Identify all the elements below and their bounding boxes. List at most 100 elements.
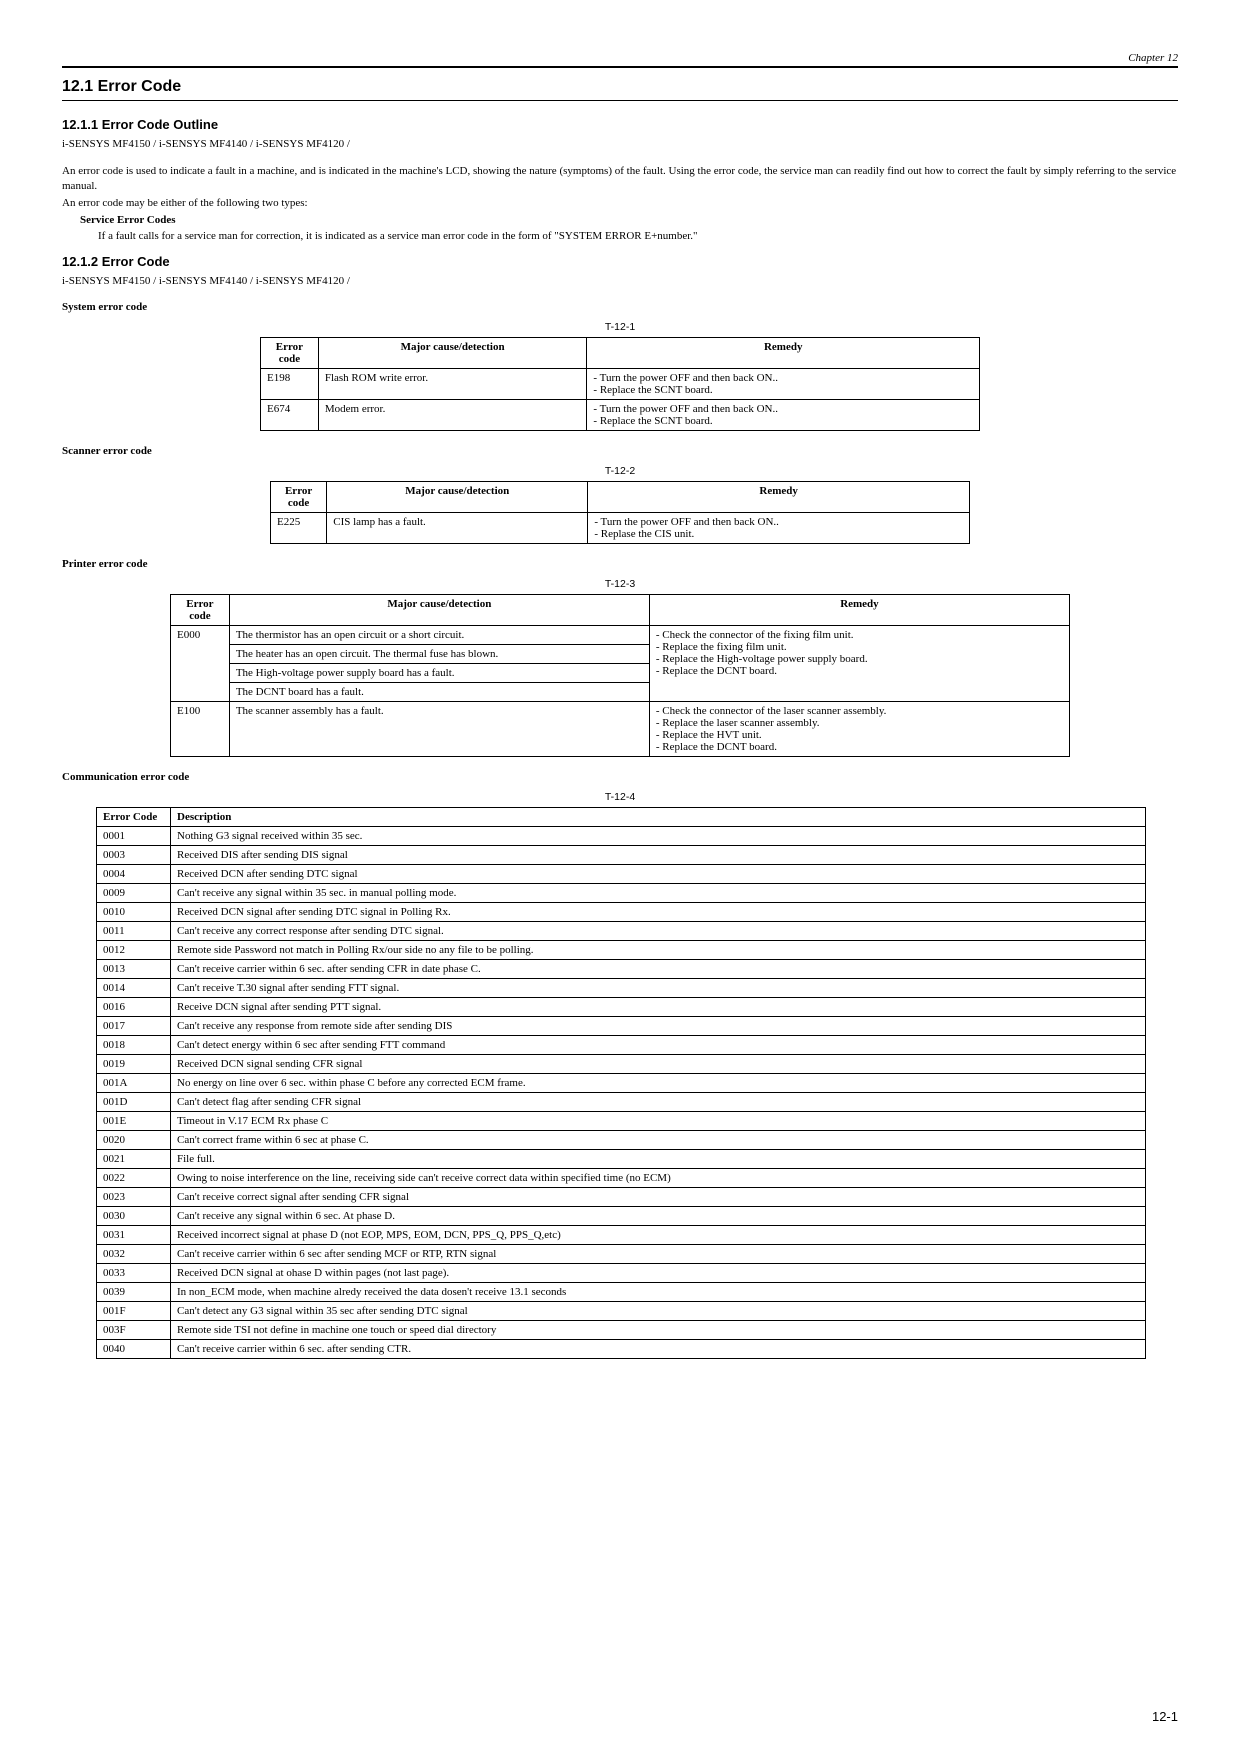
cell: 0011 — [97, 922, 171, 941]
cell: 0009 — [97, 884, 171, 903]
table-row: 0031Received incorrect signal at phase D… — [97, 1226, 1146, 1245]
table-row: 0022Owing to noise interference on the l… — [97, 1169, 1146, 1188]
cell: - Check the connector of the laser scann… — [649, 702, 1069, 757]
table-caption: T-12-1 — [62, 321, 1178, 333]
cell: Can't correct frame within 6 sec at phas… — [171, 1131, 1146, 1150]
cell: 001F — [97, 1302, 171, 1321]
cell: In non_ECM mode, when machine alredy rec… — [171, 1283, 1146, 1302]
table-row: 0021File full. — [97, 1150, 1146, 1169]
cell: E198 — [261, 369, 319, 400]
table-row: 0012Remote side Password not match in Po… — [97, 941, 1146, 960]
cell: Receive DCN signal after sending PTT sig… — [171, 998, 1146, 1017]
table-row: 0009Can't receive any signal within 35 s… — [97, 884, 1146, 903]
cell: 001D — [97, 1093, 171, 1112]
table-row: 0013Can't receive carrier within 6 sec. … — [97, 960, 1146, 979]
cell: Can't receive any signal within 6 sec. A… — [171, 1207, 1146, 1226]
table-header-row: Error code Major cause/detection Remedy — [261, 338, 980, 369]
cell: Can't detect any G3 signal within 35 sec… — [171, 1302, 1146, 1321]
cell: 0023 — [97, 1188, 171, 1207]
cell: E225 — [271, 513, 327, 544]
table-row: 0030Can't receive any signal within 6 se… — [97, 1207, 1146, 1226]
table-header-row: Error code Major cause/detection Remedy — [271, 482, 970, 513]
cell: The heater has an open circuit. The ther… — [229, 645, 649, 664]
col-header: Error code — [261, 338, 319, 369]
cell: 001E — [97, 1112, 171, 1131]
cell: Can't detect flag after sending CFR sign… — [171, 1093, 1146, 1112]
table-caption: T-12-3 — [62, 578, 1178, 590]
cell: The High-voltage power supply board has … — [229, 664, 649, 683]
cell: 0014 — [97, 979, 171, 998]
printer-error-code-table: Error code Major cause/detection Remedy … — [170, 594, 1070, 757]
table-row: 0023Can't receive correct signal after s… — [97, 1188, 1146, 1207]
table-row: 0033Received DCN signal at ohase D withi… — [97, 1264, 1146, 1283]
table-row: 0011Can't receive any correct response a… — [97, 922, 1146, 941]
cell: 0001 — [97, 827, 171, 846]
table-row: 0019Received DCN signal sending CFR sign… — [97, 1055, 1146, 1074]
cell: Can't receive carrier within 6 sec after… — [171, 1245, 1146, 1264]
service-error-codes-label: Service Error Codes — [80, 213, 1178, 228]
col-header: Major cause/detection — [327, 482, 588, 513]
table-row: 0004Received DCN after sending DTC signa… — [97, 865, 1146, 884]
cell: 0030 — [97, 1207, 171, 1226]
subsection-heading-12-1-2: 12.1.2 Error Code — [62, 254, 1178, 269]
cell: 0004 — [97, 865, 171, 884]
cell: Received DCN signal sending CFR signal — [171, 1055, 1146, 1074]
table-row: 001ETimeout in V.17 ECM Rx phase C — [97, 1112, 1146, 1131]
col-header: Remedy — [588, 482, 970, 513]
system-error-code-table: Error code Major cause/detection Remedy … — [260, 337, 980, 431]
cell: 0017 — [97, 1017, 171, 1036]
cell: Received DCN after sending DTC signal — [171, 865, 1146, 884]
cell: Can't detect energy within 6 sec after s… — [171, 1036, 1146, 1055]
cell: 0013 — [97, 960, 171, 979]
body-paragraph: An error code is used to indicate a faul… — [62, 164, 1178, 194]
cell: 0010 — [97, 903, 171, 922]
system-error-code-label: System error code — [62, 301, 1178, 313]
table-row: 003FRemote side TSI not define in machin… — [97, 1321, 1146, 1340]
cell: 0040 — [97, 1340, 171, 1359]
cell: File full. — [171, 1150, 1146, 1169]
cell: Received DCN signal at ohase D within pa… — [171, 1264, 1146, 1283]
cell: Can't receive any correct response after… — [171, 922, 1146, 941]
cell: Owing to noise interference on the line,… — [171, 1169, 1146, 1188]
cell: - Turn the power OFF and then back ON.. … — [588, 513, 970, 544]
table-row: E000 The thermistor has an open circuit … — [171, 626, 1070, 645]
cell: Can't receive T.30 signal after sending … — [171, 979, 1146, 998]
table-row: E100 The scanner assembly has a fault. -… — [171, 702, 1070, 757]
table-row: E198 Flash ROM write error. - Turn the p… — [261, 369, 980, 400]
col-header: Description — [171, 808, 1146, 827]
table-header-row: Error code Major cause/detection Remedy — [171, 595, 1070, 626]
section-heading-12-1: 12.1 Error Code — [62, 78, 1178, 96]
table-row: 0032Can't receive carrier within 6 sec a… — [97, 1245, 1146, 1264]
cell: 0033 — [97, 1264, 171, 1283]
model-list: i-SENSYS MF4150 / i-SENSYS MF4140 / i-SE… — [62, 138, 1178, 150]
cell: 003F — [97, 1321, 171, 1340]
cell: E674 — [261, 400, 319, 431]
col-header: Major cause/detection — [229, 595, 649, 626]
model-list: i-SENSYS MF4150 / i-SENSYS MF4140 / i-SE… — [62, 275, 1178, 287]
table-row: E225 CIS lamp has a fault. - Turn the po… — [271, 513, 970, 544]
cell: - Turn the power OFF and then back ON.. … — [587, 369, 980, 400]
cell: Remote side TSI not define in machine on… — [171, 1321, 1146, 1340]
table-row: 0020Can't correct frame within 6 sec at … — [97, 1131, 1146, 1150]
table-caption: T-12-2 — [62, 465, 1178, 477]
body-paragraph: If a fault calls for a service man for c… — [98, 229, 1178, 244]
table-row: 001ANo energy on line over 6 sec. within… — [97, 1074, 1146, 1093]
chapter-header: Chapter 12 — [62, 52, 1178, 68]
cell: Can't receive carrier within 6 sec. afte… — [171, 1340, 1146, 1359]
table-row: 0016Receive DCN signal after sending PTT… — [97, 998, 1146, 1017]
cell: Can't receive carrier within 6 sec. afte… — [171, 960, 1146, 979]
cell: 0020 — [97, 1131, 171, 1150]
col-header: Remedy — [649, 595, 1069, 626]
printer-error-code-label: Printer error code — [62, 558, 1178, 570]
cell: Can't receive correct signal after sendi… — [171, 1188, 1146, 1207]
table-caption: T-12-4 — [62, 791, 1178, 803]
cell: Received DIS after sending DIS signal — [171, 846, 1146, 865]
col-header: Error code — [271, 482, 327, 513]
cell: The scanner assembly has a fault. — [229, 702, 649, 757]
cell: - Check the connector of the fixing film… — [649, 626, 1069, 702]
table-row: 0014Can't receive T.30 signal after send… — [97, 979, 1146, 998]
cell: 001A — [97, 1074, 171, 1093]
cell: Timeout in V.17 ECM Rx phase C — [171, 1112, 1146, 1131]
col-header: Error code — [171, 595, 230, 626]
cell: 0003 — [97, 846, 171, 865]
